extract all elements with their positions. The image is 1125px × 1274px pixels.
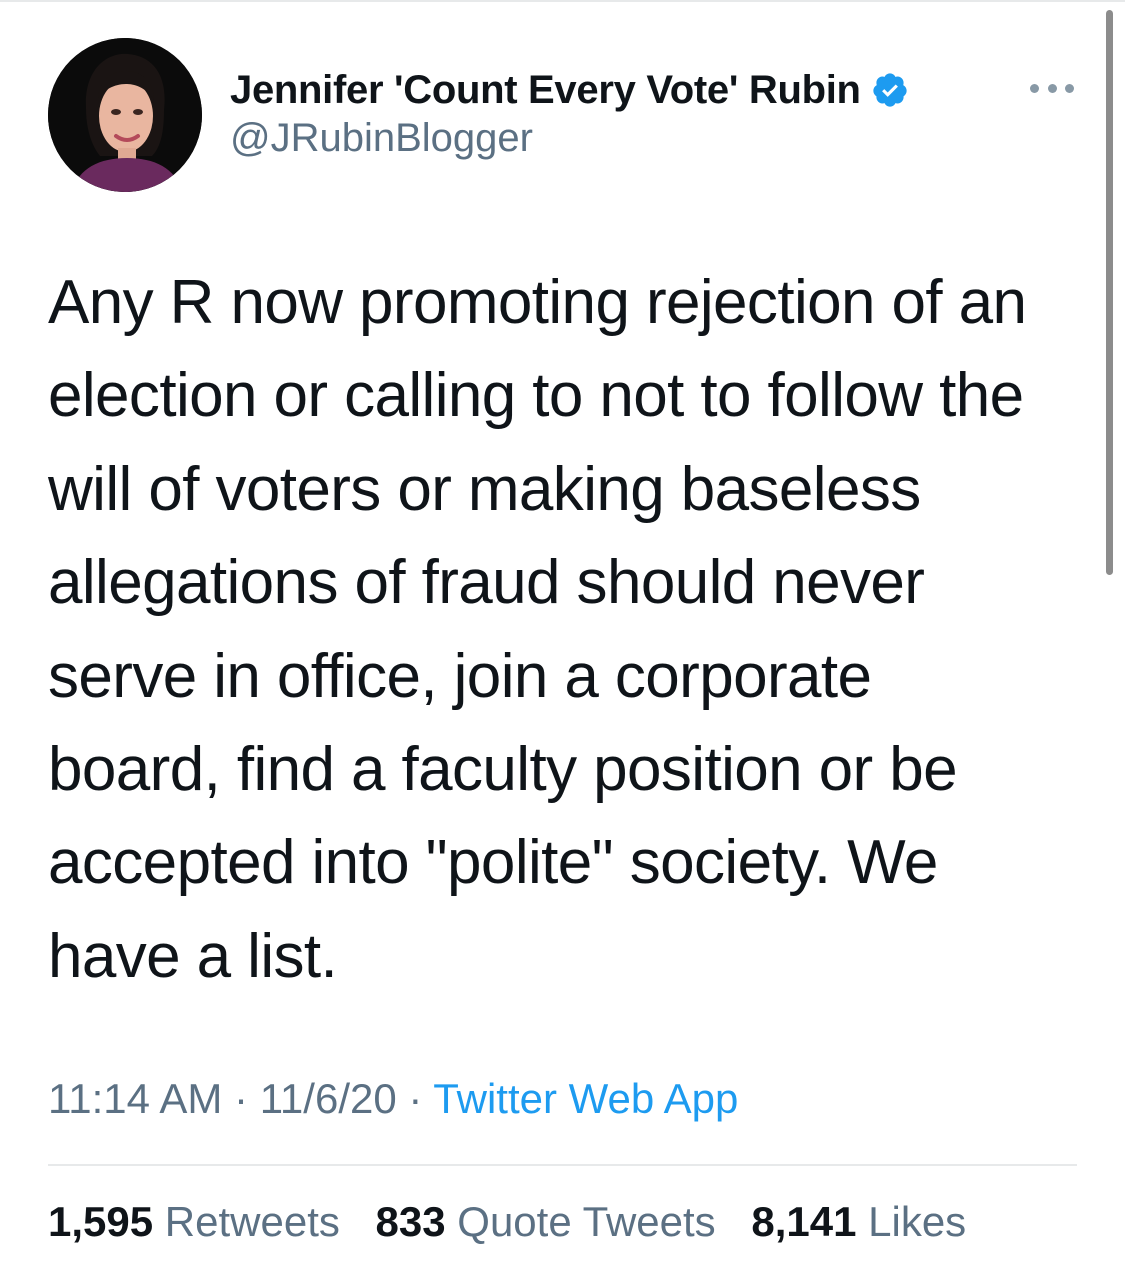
tweet-text-line: accepted into "polite" society. We: [48, 828, 938, 898]
retweets-stat[interactable]: 1,595 Retweets: [48, 1198, 340, 1245]
tweet-text-line: will of voters or making baseless: [48, 454, 921, 524]
separator: ·: [408, 1075, 423, 1122]
top-divider: [0, 0, 1125, 2]
dot-icon: [1030, 83, 1039, 93]
handle[interactable]: @JRubinBlogger: [230, 116, 909, 161]
tweet-text-line: election or calling to not to follow the: [48, 361, 1024, 431]
tweet-text-line: have a list.: [48, 921, 338, 991]
tweet-time[interactable]: 11:14 AM: [48, 1075, 222, 1122]
avatar-photo: [48, 38, 202, 192]
tweet-text-line: serve in office, join a corporate: [48, 641, 872, 711]
tweet-header: Jennifer 'Count Every Vote' Rubin @JRubi…: [230, 60, 909, 161]
quote-tweets-count: 833: [375, 1198, 446, 1245]
tweet-text-line: board, find a faculty position or be: [48, 735, 958, 805]
tweet-stats: 1,595 Retweets 833 Quote Tweets 8,141 Li…: [48, 1198, 990, 1246]
tweet-text: Any R now promoting rejection of an elec…: [48, 256, 1088, 1003]
likes-stat[interactable]: 8,141 Likes: [751, 1198, 966, 1245]
separator: ·: [234, 1075, 249, 1122]
quote-tweets-label: Quote Tweets: [457, 1198, 716, 1245]
quote-tweets-stat[interactable]: 833 Quote Tweets: [376, 1198, 716, 1245]
tweet-text-line: Any R now promoting rejection of an: [48, 268, 1027, 337]
verified-badge-icon: [873, 73, 907, 107]
tweet-meta: 11:14 AM · 11/6/20 · Twitter Web App: [48, 1075, 738, 1123]
retweets-label: Retweets: [164, 1198, 340, 1245]
likes-count: 8,141: [751, 1198, 857, 1245]
dot-icon: [1065, 83, 1074, 93]
display-name[interactable]: Jennifer 'Count Every Vote' Rubin: [230, 68, 861, 113]
more-options-icon[interactable]: [1030, 78, 1074, 98]
avatar[interactable]: [48, 38, 202, 192]
scrollbar[interactable]: [1106, 10, 1113, 575]
tweet-source-link[interactable]: Twitter Web App: [433, 1075, 738, 1122]
stats-divider: [48, 1164, 1077, 1166]
dot-icon: [1047, 83, 1057, 93]
name-row: Jennifer 'Count Every Vote' Rubin: [230, 60, 909, 120]
retweets-count: 1,595: [48, 1198, 154, 1245]
tweet-date[interactable]: 11/6/20: [260, 1075, 397, 1122]
likes-label: Likes: [868, 1198, 967, 1245]
tweet-text-line: allegations of fraud should never: [48, 548, 925, 618]
